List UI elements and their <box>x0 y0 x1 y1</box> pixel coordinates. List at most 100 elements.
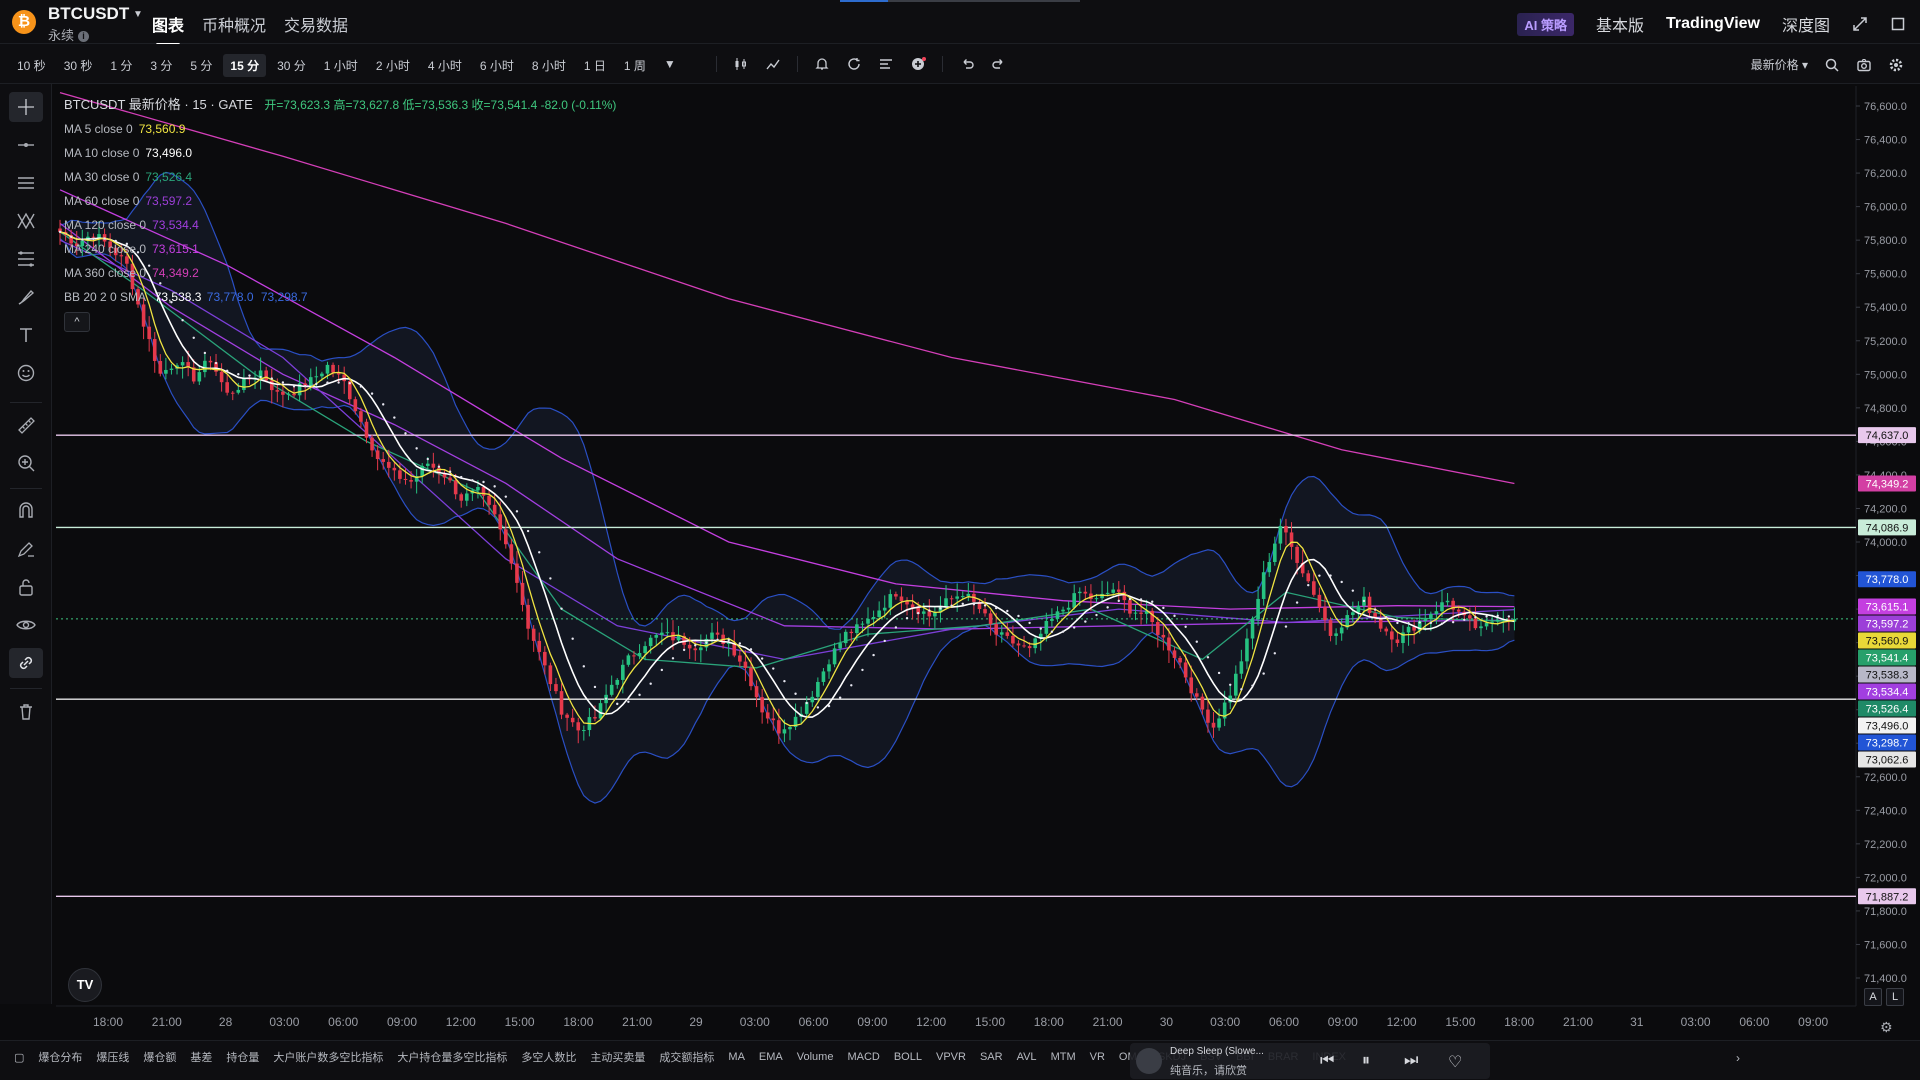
sar-dot <box>783 679 786 683</box>
candle-body <box>1295 546 1299 563</box>
legend-ma240[interactable]: MA 240 close 0 73,615.1 <box>64 240 616 264</box>
tab-coin-overview[interactable]: 币种概况 <box>202 12 266 36</box>
settings-gear-icon[interactable] <box>1888 57 1904 73</box>
interval-30s[interactable]: 30 秒 <box>57 54 100 77</box>
indicator-item[interactable]: 基差 <box>190 1049 212 1065</box>
emoji-icon[interactable] <box>9 358 43 388</box>
fullscreen-icon[interactable] <box>1890 16 1906 32</box>
link-icon[interactable] <box>9 648 43 678</box>
lock-icon[interactable] <box>9 572 43 602</box>
symbol-name[interactable]: BTCUSDT <box>48 4 129 24</box>
indicator-item[interactable]: 大户账户数多空比指标 <box>273 1049 383 1065</box>
interval-4h[interactable]: 4 小时 <box>421 54 469 77</box>
sar-dot <box>493 485 496 488</box>
ai-strategy-button[interactable]: AI 策略 <box>1517 12 1575 36</box>
indicator-item[interactable]: 大户持仓量多空比指标 <box>397 1049 507 1065</box>
log-scale-button[interactable]: L <box>1886 988 1904 1006</box>
legend-ma30[interactable]: MA 30 close 0 73,526.4 <box>64 168 616 192</box>
template-icon[interactable] <box>878 56 894 72</box>
legend-ma5[interactable]: MA 5 close 0 73,560.9 <box>64 120 616 144</box>
interval-30m[interactable]: 30 分 <box>270 54 313 77</box>
indicator-item[interactable]: EMA <box>759 1051 783 1063</box>
horizontal-lines-icon[interactable] <box>9 168 43 198</box>
legend-ma120[interactable]: MA 120 close 0 73,534.4 <box>64 216 616 240</box>
magnet-icon[interactable] <box>9 496 43 526</box>
indicator-item[interactable]: 爆仓额 <box>143 1049 176 1065</box>
indicator-item[interactable]: VR <box>1090 1051 1105 1063</box>
tab-chart[interactable]: 图表 <box>152 12 184 46</box>
candle-body <box>543 651 547 666</box>
scroll-right-icon[interactable]: › <box>1736 1051 1740 1065</box>
camera-icon[interactable] <box>1856 57 1872 73</box>
legend-ma360[interactable]: MA 360 close 0 74,349.2 <box>64 264 616 288</box>
sar-dot <box>404 432 407 435</box>
indicator-item[interactable]: VPVR <box>936 1051 966 1063</box>
undo-icon[interactable] <box>959 56 975 72</box>
legend-ma10[interactable]: MA 10 close 0 73,496.0 <box>64 144 616 168</box>
expand-icon[interactable] <box>1852 16 1868 32</box>
indicators-icon[interactable] <box>765 56 781 72</box>
prev-track-icon[interactable]: ⏮ <box>1320 1052 1334 1070</box>
indicator-item[interactable]: SAR <box>980 1051 1003 1063</box>
interval-6h[interactable]: 6 小时 <box>473 54 521 77</box>
trash-icon[interactable] <box>9 696 43 726</box>
indicator-item[interactable]: 爆压线 <box>96 1049 129 1065</box>
interval-10s[interactable]: 10 秒 <box>10 54 53 77</box>
indicator-item[interactable]: BOLL <box>894 1051 922 1063</box>
indicator-item[interactable]: 多空人数比 <box>521 1049 576 1065</box>
symbol-dropdown-icon[interactable]: ▼ <box>133 9 143 20</box>
interval-1h[interactable]: 1 小时 <box>317 54 365 77</box>
indicator-item[interactable]: Volume <box>797 1051 834 1063</box>
indicator-item[interactable]: AVL <box>1017 1051 1037 1063</box>
tab-trade-data[interactable]: 交易数据 <box>284 12 348 36</box>
depth-chart-button[interactable]: 深度图 <box>1782 12 1830 36</box>
trend-line-icon[interactable] <box>9 130 43 160</box>
replay-icon[interactable] <box>846 56 862 72</box>
brush-icon[interactable] <box>9 282 43 312</box>
price-mode-select[interactable]: 最新价格 ▾ <box>1751 56 1808 73</box>
fib-retracement-icon[interactable] <box>9 244 43 274</box>
indicator-item[interactable]: 爆仓分布 <box>38 1049 82 1065</box>
indicator-item[interactable]: 成交额指标 <box>659 1049 714 1065</box>
x-tick-label: 03:00 <box>269 1015 299 1029</box>
pause-icon[interactable]: ⏸ <box>1362 1052 1370 1070</box>
crosshair-icon[interactable] <box>9 92 43 122</box>
indicator-item[interactable]: 持仓量 <box>226 1049 259 1065</box>
search-icon[interactable] <box>1824 57 1840 73</box>
next-track-icon[interactable]: ⏭ <box>1404 1052 1418 1070</box>
interval-1d[interactable]: 1 日 <box>577 54 613 77</box>
alert-bell-icon[interactable] <box>814 56 830 72</box>
legend-bb[interactable]: BB 20 2 0 SMA 73,538.3 73,778.0 73,298.7 <box>64 288 616 312</box>
zoom-in-icon[interactable] <box>9 448 43 478</box>
interval-1m[interactable]: 1 分 <box>103 54 139 77</box>
legend-collapse-button[interactable]: ^ <box>64 312 90 332</box>
basic-view-button[interactable]: 基本版 <box>1596 12 1644 36</box>
interval-dropdown-icon[interactable]: ▼ <box>657 54 683 77</box>
interval-8h[interactable]: 8 小时 <box>525 54 573 77</box>
auto-scale-button[interactable]: A <box>1864 988 1882 1006</box>
interval-3m[interactable]: 3 分 <box>143 54 179 77</box>
indicator-panel-icon[interactable]: ▢ <box>14 1051 24 1064</box>
indicator-item[interactable]: MACD <box>847 1051 879 1063</box>
eye-icon[interactable] <box>9 610 43 640</box>
ruler-icon[interactable] <box>9 410 43 440</box>
text-tool-icon[interactable] <box>9 320 43 350</box>
indicator-item[interactable]: 主动买卖量 <box>590 1049 645 1065</box>
candlestick-type-icon[interactable] <box>733 56 749 72</box>
indicator-item[interactable]: MA <box>728 1051 745 1063</box>
tradingview-button[interactable]: TradingView <box>1666 15 1760 33</box>
indicator-item[interactable]: MTM <box>1051 1051 1076 1063</box>
pitchfork-icon[interactable] <box>9 206 43 236</box>
legend-ma60[interactable]: MA 60 close 0 73,597.2 <box>64 192 616 216</box>
interval-1w[interactable]: 1 周 <box>617 54 653 77</box>
redo-icon[interactable] <box>991 56 1007 72</box>
sar-dot <box>292 385 296 388</box>
heart-icon[interactable]: ♡ <box>1448 1052 1462 1072</box>
add-indicator-icon[interactable] <box>910 56 926 72</box>
time-axis-settings-icon[interactable]: ⚙ <box>1880 1019 1893 1036</box>
interval-5m[interactable]: 5 分 <box>183 54 219 77</box>
stay-drawing-icon[interactable] <box>9 534 43 564</box>
interval-15m[interactable]: 15 分 <box>223 54 267 77</box>
interval-2h[interactable]: 2 小时 <box>369 54 417 77</box>
info-icon[interactable]: i <box>78 31 90 42</box>
